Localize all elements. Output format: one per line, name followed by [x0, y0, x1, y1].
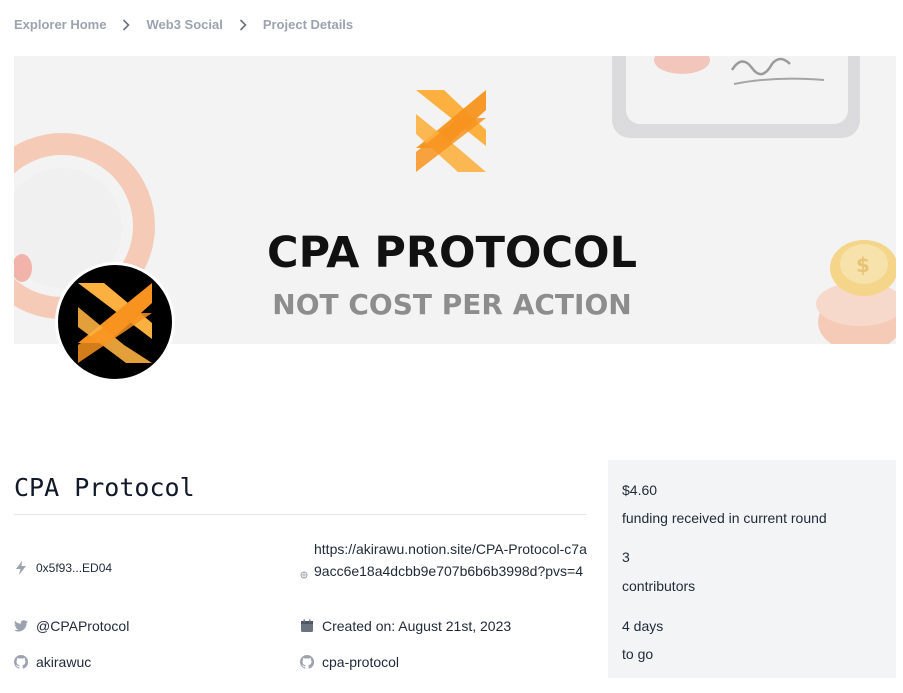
days-remaining: 4 days [622, 618, 664, 634]
breadcrumb-web3-social[interactable]: Web3 Social [146, 17, 222, 32]
github-repo[interactable]: cpa-protocol [300, 654, 399, 670]
cpa-logo-icon [416, 90, 486, 172]
twitter-handle[interactable]: @CPAProtocol [14, 618, 129, 634]
project-title: CPA Protocol [14, 473, 195, 502]
address-text: 0x5f93...ED04 [36, 561, 113, 575]
breadcrumb-project-details[interactable]: Project Details [263, 17, 353, 32]
title-divider [14, 514, 587, 515]
breadcrumb-explorer-home[interactable]: Explorer Home [14, 17, 106, 32]
funding-label: funding received in current round [622, 510, 827, 526]
bolt-icon [14, 561, 28, 575]
github-icon [300, 655, 314, 669]
created-text: Created on: August 21st, 2023 [322, 618, 512, 634]
project-address: 0x5f93...ED04 [14, 561, 112, 575]
funding-stats-panel: $4.60 funding received in current round … [608, 460, 896, 678]
chevron-right-icon [122, 18, 131, 31]
github-user[interactable]: akirawuc [14, 654, 91, 670]
project-avatar [55, 262, 175, 382]
twitter-text: @CPAProtocol [36, 618, 130, 634]
contributors-count: 3 [622, 549, 630, 565]
github-repo-text: cpa-protocol [322, 654, 400, 670]
cpa-logo-icon [78, 283, 152, 363]
twitter-icon [14, 619, 28, 633]
created-date: Created on: August 21st, 2023 [300, 618, 511, 634]
contributors-label: contributors [622, 578, 696, 594]
github-user-text: akirawuc [36, 654, 92, 670]
breadcrumb: Explorer Home Web3 Social Project Detail… [14, 17, 353, 32]
chevron-right-icon [239, 18, 247, 31]
github-icon [14, 655, 28, 669]
calendar-icon [300, 619, 314, 633]
funding-amount: $4.60 [622, 482, 658, 498]
days-remaining-label: to go [622, 646, 654, 662]
website-link[interactable]: https://akirawu.notion.site/CPA-Protocol… [314, 538, 594, 582]
globe-icon [300, 566, 308, 584]
